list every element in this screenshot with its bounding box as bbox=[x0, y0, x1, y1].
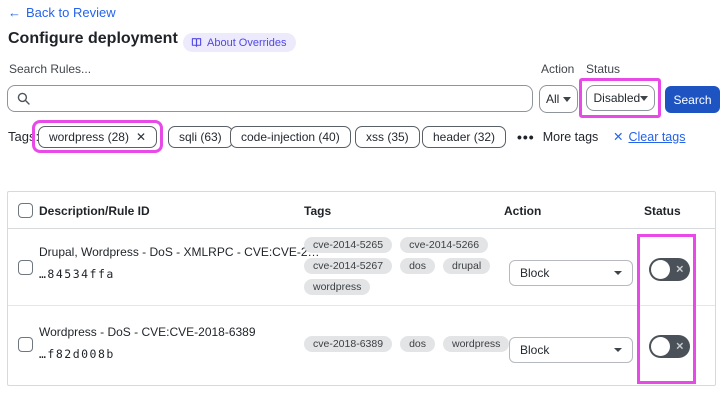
about-overrides-label: About Overrides bbox=[207, 36, 287, 49]
toggle-off-icon: ✕ bbox=[675, 340, 684, 352]
rule-action-dropdown[interactable]: Block bbox=[509, 260, 633, 286]
rule-tag: cve-2014-5267 bbox=[304, 258, 393, 274]
status-toggle[interactable]: ✕ bbox=[649, 335, 690, 358]
row-checkbox[interactable] bbox=[18, 260, 33, 275]
clear-tags-label: Clear tags bbox=[628, 129, 686, 144]
chevron-down-icon bbox=[614, 271, 622, 275]
column-header-action: Action bbox=[504, 204, 542, 218]
rule-action-dropdown[interactable]: Block bbox=[509, 337, 633, 363]
tag-filter-label: code-injection (40) bbox=[241, 130, 340, 144]
tag-filter-chip[interactable]: code-injection (40) bbox=[230, 126, 351, 148]
column-header-status: Status bbox=[644, 204, 681, 218]
back-arrow-icon: ← bbox=[8, 5, 21, 20]
rule-tag: cve-2014-5265 bbox=[304, 237, 393, 253]
rule-id: …84534ffa bbox=[39, 267, 115, 281]
action-filter-label: Action bbox=[541, 62, 575, 76]
toggle-knob bbox=[651, 260, 670, 279]
table-header-row: Description/Rule ID Tags Action Status bbox=[8, 192, 715, 229]
search-button[interactable]: Search bbox=[665, 86, 720, 113]
row-checkbox[interactable] bbox=[18, 337, 33, 352]
table-row: Wordpress - DoS - CVE:CVE-2018-6389 …f82… bbox=[8, 306, 715, 383]
back-to-review-link[interactable]: ← Back to Review bbox=[8, 5, 116, 20]
tag-filter-chip-selected[interactable]: wordpress (28) ✕ bbox=[37, 125, 158, 148]
column-header-description: Description/Rule ID bbox=[39, 204, 150, 218]
rule-tag: wordpress bbox=[304, 279, 371, 295]
clear-icon: ✕ bbox=[613, 130, 624, 144]
action-filter-value: All bbox=[546, 92, 560, 106]
book-icon bbox=[191, 37, 202, 48]
chevron-down-icon bbox=[614, 348, 622, 352]
select-all-checkbox[interactable] bbox=[18, 203, 33, 218]
rule-action-value: Block bbox=[520, 266, 550, 280]
status-filter-highlight: Disabled bbox=[579, 78, 661, 118]
rule-description: Drupal, Wordpress - DoS - XMLRPC - CVE:C… bbox=[39, 245, 320, 259]
tag-filter-chip[interactable]: xss (35) bbox=[355, 126, 420, 148]
rule-id: …f82d008b bbox=[39, 347, 115, 361]
search-icon bbox=[17, 92, 30, 105]
rule-tags-cell: cve-2014-5265 cve-2014-5266 cve-2014-526… bbox=[304, 237, 491, 295]
column-header-tags: Tags bbox=[304, 204, 332, 218]
rule-tag: wordpress bbox=[443, 336, 510, 352]
tag-filter-label: xss (35) bbox=[366, 130, 409, 144]
rule-tag: cve-2018-6389 bbox=[304, 336, 393, 352]
search-rules-input[interactable] bbox=[7, 85, 533, 112]
chevron-down-icon bbox=[563, 96, 571, 102]
toggle-off-icon: ✕ bbox=[675, 263, 684, 275]
tag-filter-label: sqli (63) bbox=[179, 130, 222, 144]
toggle-knob bbox=[651, 337, 670, 356]
about-overrides-badge[interactable]: About Overrides bbox=[183, 33, 297, 52]
tag-filter-label: header (32) bbox=[433, 130, 496, 144]
remove-tag-icon[interactable]: ✕ bbox=[136, 131, 146, 143]
page-title: Configure deployment bbox=[8, 30, 178, 47]
status-toggle[interactable]: ✕ bbox=[649, 258, 690, 281]
rule-description-block: Wordpress - DoS - CVE:CVE-2018-6389 …f82… bbox=[39, 325, 256, 361]
back-link-label: Back to Review bbox=[26, 5, 116, 20]
tag-filter-chip[interactable]: sqli (63) bbox=[168, 126, 233, 148]
table-row: Drupal, Wordpress - DoS - XMLRPC - CVE:C… bbox=[8, 229, 715, 306]
more-tags-button[interactable]: ••• More tags bbox=[517, 129, 598, 145]
rule-tag: dos bbox=[400, 258, 435, 274]
rule-tag: drupal bbox=[443, 258, 491, 274]
ellipsis-icon: ••• bbox=[517, 129, 535, 145]
rule-description: Wordpress - DoS - CVE:CVE-2018-6389 bbox=[39, 325, 256, 339]
clear-tags-button[interactable]: ✕ Clear tags bbox=[613, 129, 686, 145]
status-filter-label: Status bbox=[586, 62, 621, 76]
tag-filter-label: wordpress (28) bbox=[48, 129, 129, 144]
rule-tag: dos bbox=[400, 336, 435, 352]
selected-tag-highlight: wordpress (28) ✕ bbox=[32, 120, 163, 153]
rule-action-value: Block bbox=[520, 343, 550, 357]
action-filter-dropdown[interactable]: All bbox=[539, 85, 578, 113]
search-rules-label: Search Rules... bbox=[9, 62, 92, 76]
rules-table: Description/Rule ID Tags Action Status D… bbox=[7, 191, 716, 386]
status-filter-value: Disabled bbox=[593, 91, 641, 105]
tag-filter-chip[interactable]: header (32) bbox=[422, 126, 507, 148]
status-filter-dropdown[interactable]: Disabled bbox=[585, 85, 655, 111]
chevron-down-icon bbox=[640, 95, 649, 101]
more-tags-label: More tags bbox=[542, 130, 599, 144]
rule-tags-cell: cve-2018-6389 dos wordpress bbox=[304, 336, 510, 352]
rule-description-block: Drupal, Wordpress - DoS - XMLRPC - CVE:C… bbox=[39, 245, 320, 281]
rule-tag: cve-2014-5266 bbox=[400, 237, 489, 253]
configure-deployment-page: ← Back to Review Configure deployment Ab… bbox=[0, 0, 725, 406]
